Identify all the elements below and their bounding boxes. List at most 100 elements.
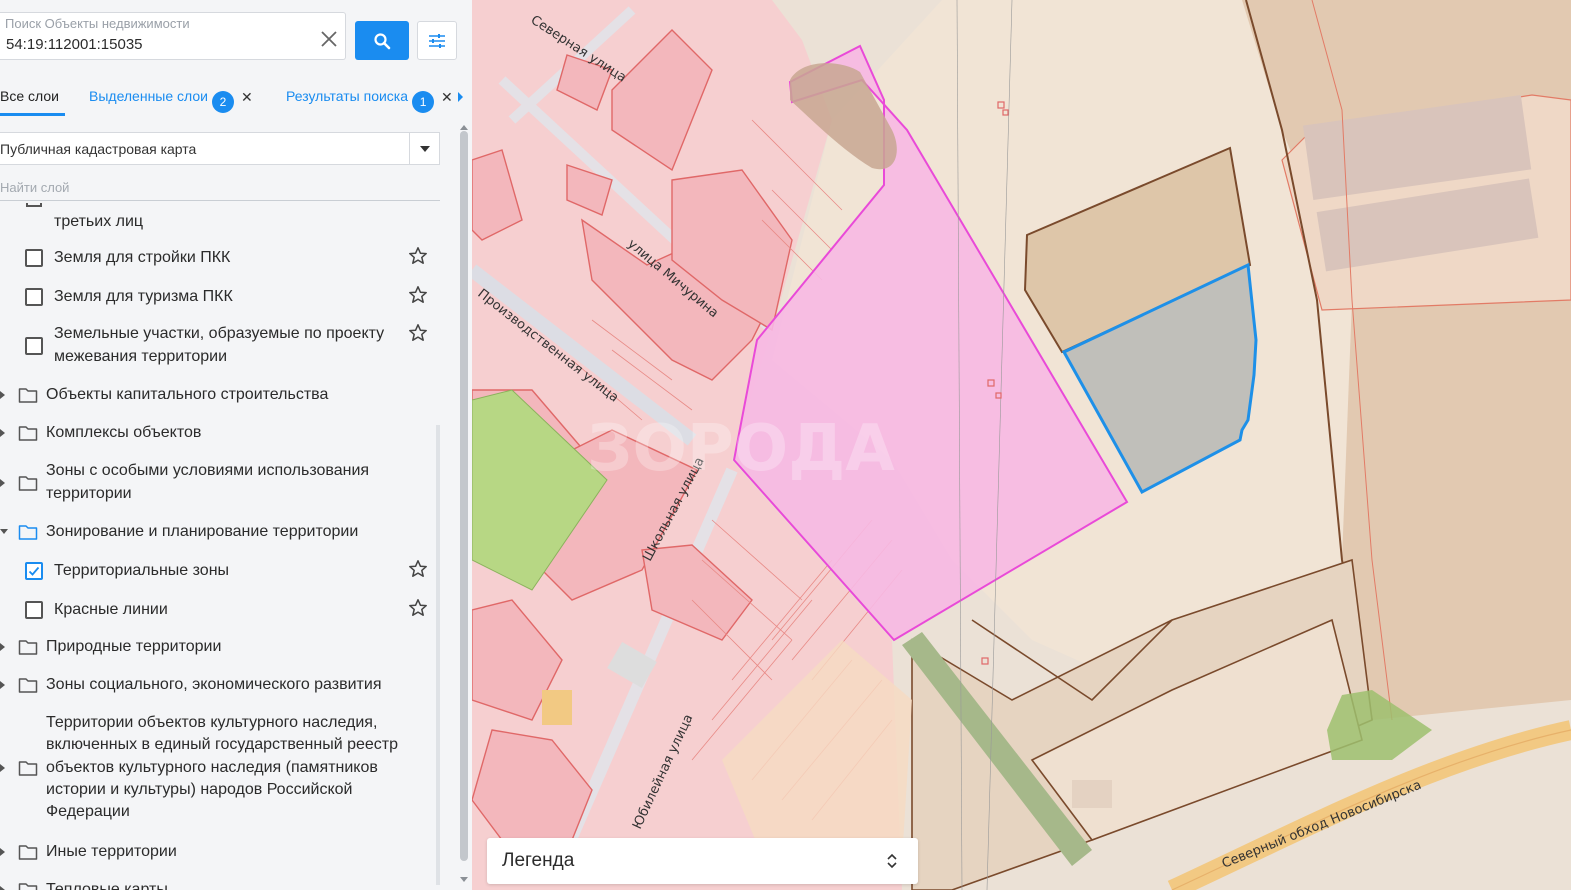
tree-item-label-line2: межевания территории [54, 348, 228, 365]
tree-folder-other[interactable]: Иные территории [0, 841, 440, 863]
folder-icon [18, 426, 38, 441]
tree-folder-label-line4: истории и культуры) народов Российской [46, 781, 353, 798]
tree-folder-label: Природные территории [46, 638, 222, 655]
search-button[interactable] [355, 21, 409, 60]
tab-results-label: Результаты поиска [286, 88, 409, 104]
tree-folder-label-line3: объектов культурного наследия (памятнико… [46, 759, 378, 776]
tree-item-mezhevanie[interactable]: Земельные участки, образуемые по проекту… [0, 323, 440, 369]
tree-folder-social[interactable]: Зоны социального, экономического развити… [0, 674, 440, 696]
sliders-icon [429, 33, 445, 48]
scrollbar-thumb[interactable] [460, 131, 468, 861]
basemap-select[interactable]: Публичная кадастровая карта [0, 132, 440, 165]
checkbox-checked[interactable] [25, 562, 43, 580]
tree-item-red-lines[interactable]: Красные линии [0, 598, 440, 620]
layer-tree: третьих лиц Земля для стройки ПКК Земля … [0, 203, 440, 890]
active-tab-indicator [0, 113, 65, 116]
folder-icon [18, 640, 38, 655]
chevron-right-icon[interactable] [0, 429, 6, 437]
tree-folder-label: Зоны социального, экономического развити… [46, 676, 382, 693]
tree-folder-label: Тепловые карты [46, 881, 168, 890]
checkbox[interactable] [25, 601, 43, 619]
tree-folder-zouit[interactable]: Зоны с особыми условиями использования т… [0, 460, 440, 506]
star-icon[interactable] [408, 598, 428, 618]
tree-folder-label: Комплексы объектов [46, 424, 202, 441]
scroll-down-icon[interactable] [460, 877, 468, 882]
tree-item-label: Земля для туризма ПКК [54, 288, 233, 305]
layer-tabs: Все слои Выделенные слои 2 ✕ Результаты п… [0, 80, 470, 118]
folder-icon [18, 761, 38, 776]
watermark: ЗОРОДА [587, 412, 895, 486]
search-icon [374, 32, 391, 49]
tree-folder-label-line2: включенных в единый государственный реес… [46, 736, 399, 753]
tab-search-results[interactable]: Результаты поиска 1 [286, 88, 435, 113]
tabs-scroll-right-icon[interactable] [458, 92, 463, 102]
tree-folder-label-line2: территории [46, 485, 132, 502]
tree-item-label: Территориальные зоны [54, 562, 230, 579]
close-selected-tab-icon[interactable]: ✕ [241, 89, 253, 106]
checkbox[interactable] [25, 288, 43, 306]
chevron-down-icon[interactable] [409, 133, 439, 164]
layer-search-input[interactable] [0, 176, 430, 198]
chevron-right-icon[interactable] [0, 886, 6, 890]
close-icon [321, 31, 337, 47]
tab-selected-layers[interactable]: Выделенные слои 2 [89, 88, 234, 113]
tree-folder-label: Объекты капитального строительства [46, 386, 329, 403]
star-icon[interactable] [408, 246, 428, 266]
selected-count-badge: 2 [211, 91, 234, 113]
tree-folder-heat[interactable]: Тепловые карты [0, 879, 440, 890]
layers-panel: Поиск Объекты недвижимости Все слои Выде… [0, 0, 472, 890]
legend-toggle[interactable]: Легенда [487, 838, 918, 884]
chevron-right-icon[interactable] [0, 391, 6, 399]
filter-settings-button[interactable] [417, 21, 457, 60]
search-box[interactable]: Поиск Объекты недвижимости [0, 12, 346, 60]
checkbox[interactable] [25, 249, 43, 267]
tree-item-label-line1: Земельные участки, образуемые по проекту [54, 325, 385, 342]
results-count-badge: 1 [412, 91, 435, 113]
tree-folder-heritage[interactable]: Территории объектов культурного наследия… [0, 712, 440, 824]
tree-folder-zoning[interactable]: Зонирование и планирование территории [0, 521, 440, 543]
chevron-right-icon[interactable] [0, 764, 6, 772]
layer-search [0, 176, 440, 201]
tree-folder-natural[interactable]: Природные территории [0, 636, 440, 658]
basemap-select-value: Публичная кадастровая карта [0, 141, 197, 157]
search-input[interactable] [6, 33, 306, 55]
chevron-right-icon[interactable] [0, 479, 6, 487]
tree-item-label: третьих лиц [54, 213, 144, 230]
panel-scrollbar[interactable] [458, 125, 470, 885]
chevron-right-icon[interactable] [0, 643, 6, 651]
tab-all-layers[interactable]: Все слои [0, 88, 59, 104]
tree-folder-kompleksy[interactable]: Комплексы объектов [0, 422, 440, 444]
tree-folder-label-line1: Территории объектов культурного наследия… [46, 714, 378, 731]
chevron-right-icon[interactable] [0, 848, 6, 856]
tree-scrollbar[interactable] [436, 425, 440, 885]
close-results-tab-icon[interactable]: ✕ [441, 89, 453, 106]
clear-search-button[interactable] [319, 29, 339, 49]
checkbox-partial[interactable] [26, 203, 42, 207]
tree-row-partial: третьих лиц [0, 203, 440, 230]
tab-selected-label: Выделенные слои [89, 88, 208, 104]
tree-item-stroyka[interactable]: Земля для стройки ПКК [0, 246, 440, 268]
folder-icon [18, 678, 38, 693]
tree-folder-oks[interactable]: Объекты капитального строительства [0, 384, 440, 406]
folder-icon [18, 476, 38, 491]
star-icon[interactable] [408, 285, 428, 305]
tree-folder-label-line5: Федерации [46, 803, 130, 820]
chevron-right-icon[interactable] [0, 681, 6, 689]
checkbox[interactable] [25, 337, 43, 355]
scroll-up-icon[interactable] [460, 125, 468, 130]
tree-item-label: Земля для стройки ПКК [54, 249, 231, 266]
expand-collapse-icon [887, 853, 897, 869]
check-icon [28, 566, 40, 576]
star-icon[interactable] [408, 323, 428, 343]
cadastral-map[interactable]: Северная улица улица Мичурина Производст… [472, 0, 1571, 890]
tree-folder-label: Зонирование и планирование территории [46, 523, 359, 540]
legend-title: Легенда [502, 850, 575, 871]
chevron-down-icon[interactable] [0, 529, 8, 535]
tree-item-label: Красные линии [54, 601, 168, 618]
map-canvas[interactable]: Северная улица улица Мичурина Производст… [472, 0, 1571, 890]
search-label: Поиск Объекты недвижимости [5, 16, 190, 31]
tree-item-territorial-zones[interactable]: Территориальные зоны [0, 559, 440, 581]
folder-icon [18, 388, 38, 403]
star-icon[interactable] [408, 559, 428, 579]
tree-item-turizm[interactable]: Земля для туризма ПКК [0, 285, 440, 307]
